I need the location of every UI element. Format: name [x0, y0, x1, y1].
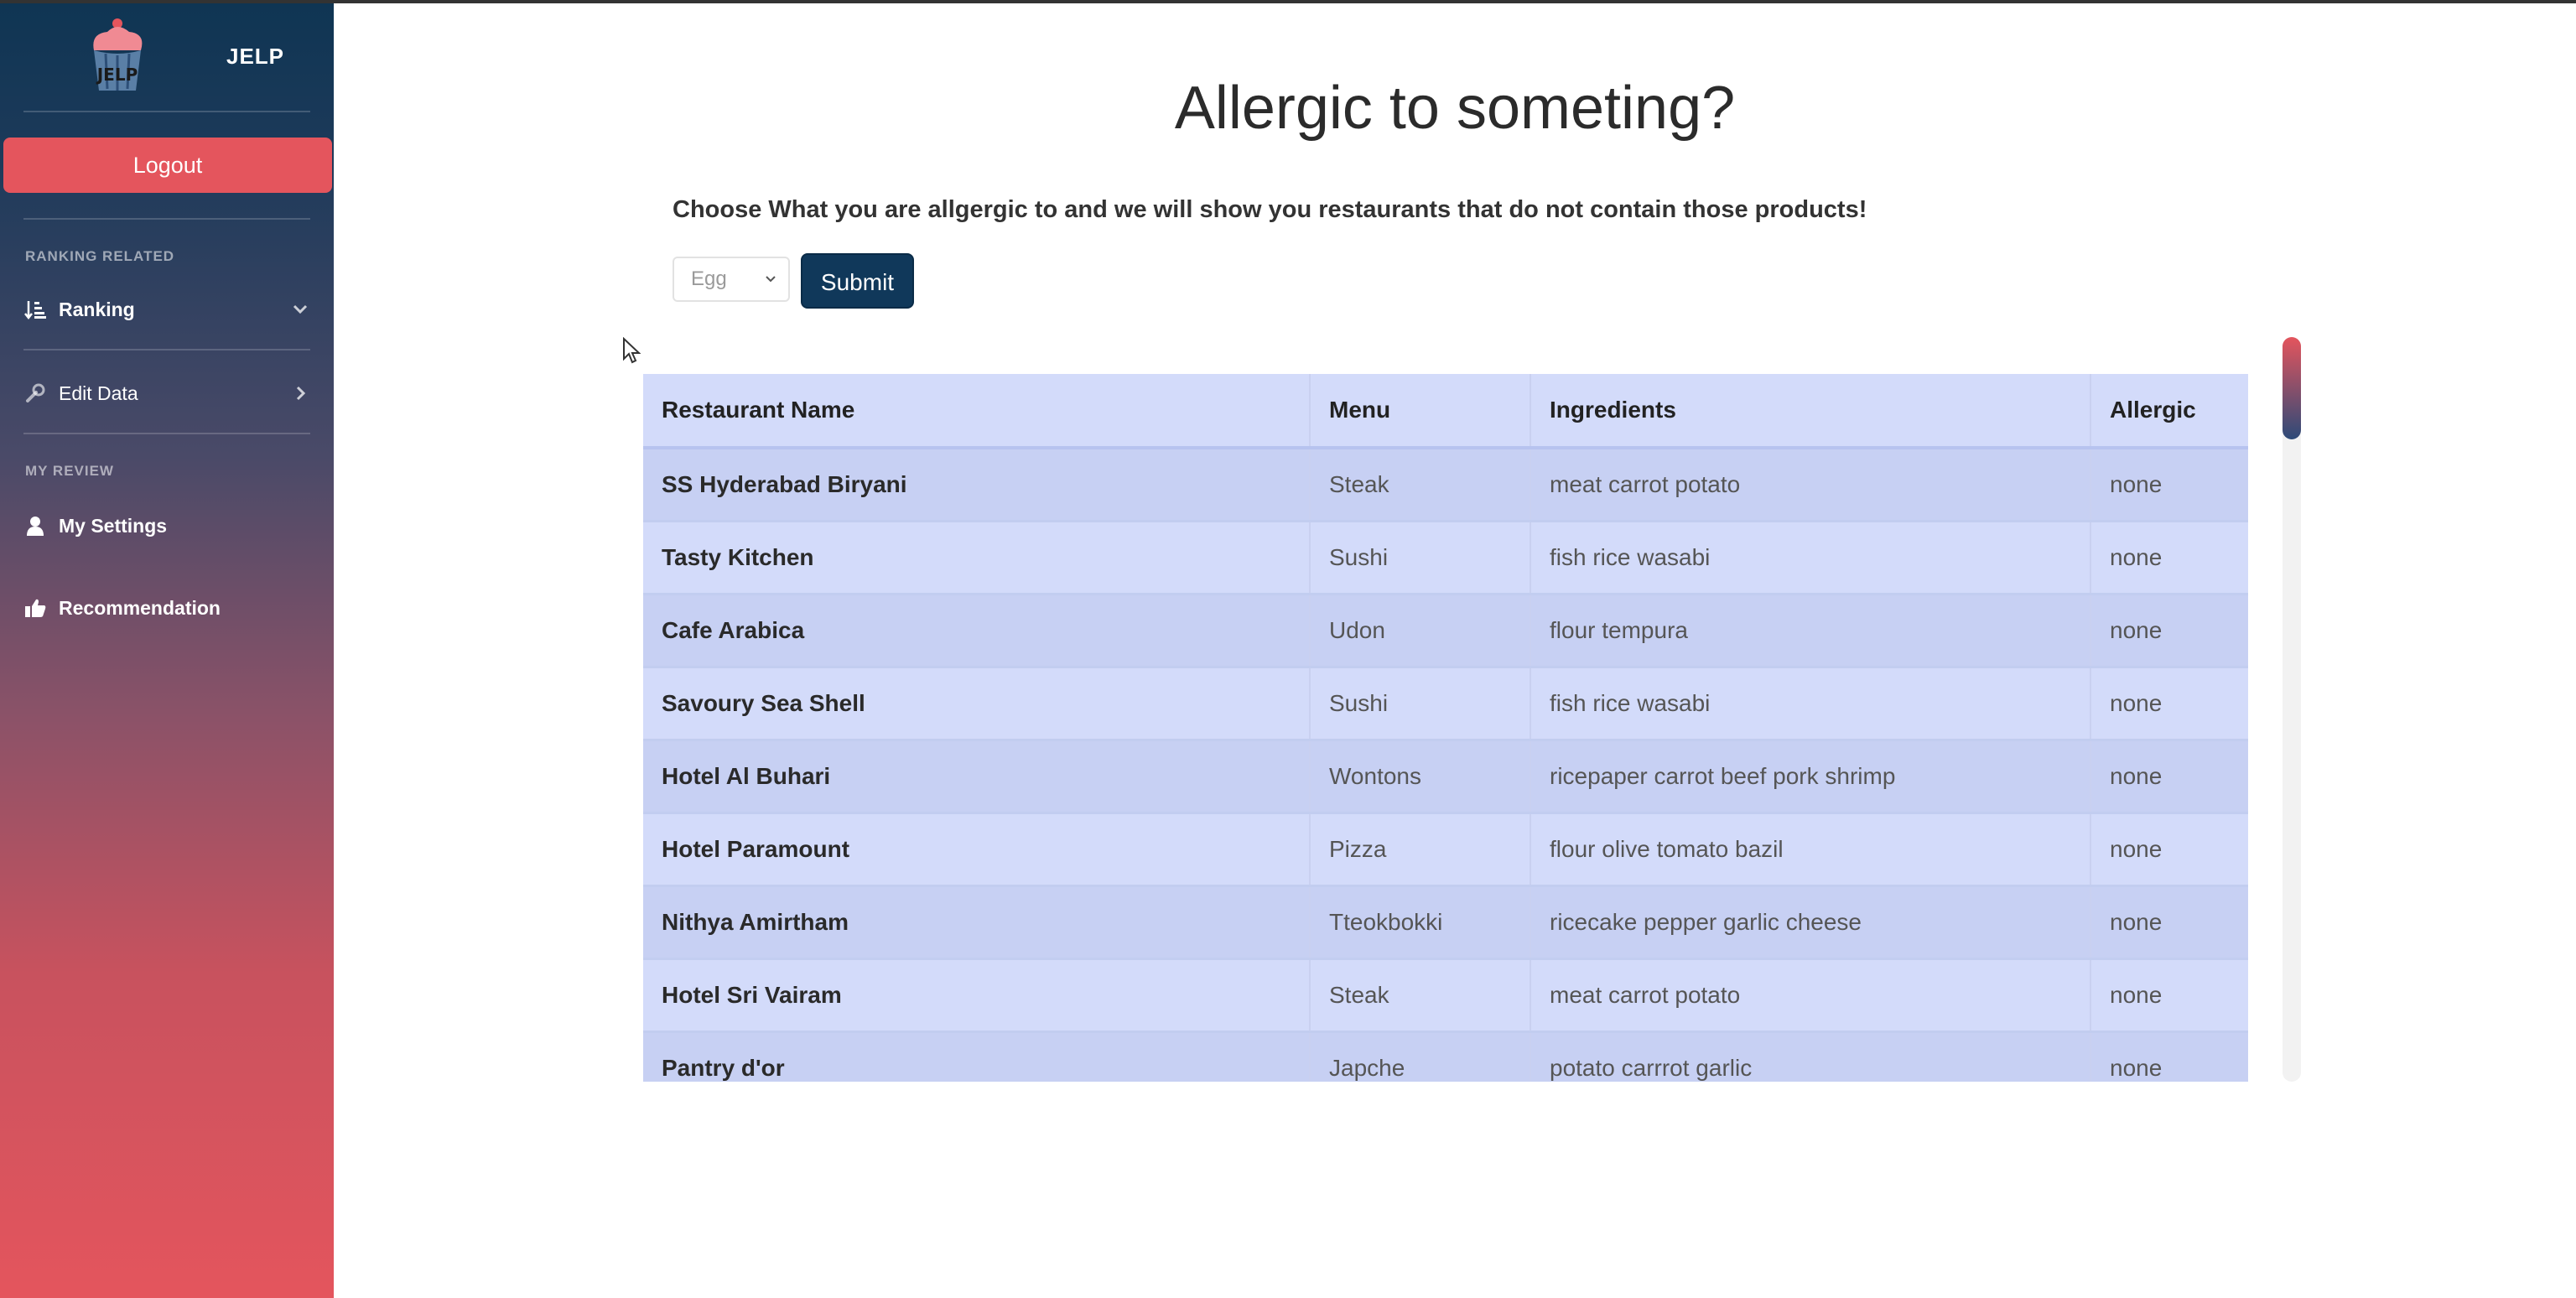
- thumbs-up-icon: [23, 596, 47, 620]
- section-heading-my-review: MY REVIEW: [25, 463, 114, 479]
- logout-button[interactable]: Logout: [3, 138, 332, 193]
- restaurant-table: Restaurant Name Menu Ingredients Allergi…: [643, 374, 2248, 1082]
- sort-icon: [23, 298, 47, 321]
- table-row[interactable]: Hotel Paramount Pizza flour olive tomato…: [643, 813, 2248, 887]
- cupcake-logo-icon: JELP: [93, 18, 143, 91]
- cell-ingredients: meat carrot potato: [1530, 448, 2091, 522]
- mouse-cursor-icon: [623, 337, 641, 364]
- sidebar-item-label: Ranking: [59, 298, 135, 320]
- section-heading-ranking: RANKING RELATED: [25, 248, 175, 264]
- user-icon: [23, 514, 47, 537]
- cell-ingredients: flour tempura: [1530, 594, 2091, 668]
- chevron-down-icon: [766, 276, 776, 283]
- cell-menu: Wontons: [1310, 740, 1531, 814]
- cell-ingredients: flour olive tomato bazil: [1530, 813, 2091, 887]
- cell-ingredients: fish rice wasabi: [1530, 667, 2091, 741]
- page-title: Allergic to someting?: [1174, 75, 1736, 142]
- sidebar-item-ranking[interactable]: Ranking: [23, 288, 310, 330]
- brand-name: JELP: [226, 44, 285, 69]
- sidebar-item-edit-data[interactable]: Edit Data: [23, 372, 310, 414]
- logo-text: JELP: [96, 65, 138, 85]
- cell-menu: Tteokbokki: [1310, 885, 1531, 960]
- cell-allergic: none: [2090, 448, 2248, 522]
- cell-restaurant-name: SS Hyderabad Biryani: [643, 448, 1311, 522]
- cell-restaurant-name: Savoury Sea Shell: [643, 667, 1311, 741]
- table-row[interactable]: Hotel Al Buhari Wontons ricepaper carrot…: [643, 740, 2248, 814]
- cell-restaurant-name: Hotel Al Buhari: [643, 740, 1311, 814]
- table-row[interactable]: Hotel Sri Vairam Steak meat carrot potat…: [643, 958, 2248, 1033]
- allergen-select[interactable]: Egg: [673, 257, 790, 302]
- cell-allergic: none: [2090, 667, 2248, 741]
- column-header-allergic[interactable]: Allergic: [2090, 374, 2248, 449]
- cell-restaurant-name: Pantry d'or: [643, 1031, 1311, 1082]
- sidebar: JELP JELP Logout RANKING RELATED Ranking: [0, 3, 334, 1298]
- sidebar-divider: [23, 111, 310, 112]
- instruction-text: Choose What you are allgergic to and we …: [673, 196, 1867, 223]
- column-header-menu[interactable]: Menu: [1310, 374, 1531, 449]
- table-row[interactable]: Tasty Kitchen Sushi fish rice wasabi non…: [643, 521, 2248, 595]
- cell-menu: Steak: [1310, 958, 1531, 1033]
- sidebar-item-my-settings[interactable]: My Settings: [23, 505, 310, 547]
- submit-button[interactable]: Submit: [801, 253, 914, 309]
- sidebar-item-label: My Settings: [59, 514, 168, 537]
- cell-allergic: none: [2090, 885, 2248, 960]
- chevron-right-icon: [296, 386, 306, 401]
- cell-menu: Steak: [1310, 448, 1531, 522]
- sidebar-divider: [23, 433, 310, 434]
- cell-ingredients: fish rice wasabi: [1530, 521, 2091, 595]
- column-header-ingredients[interactable]: Ingredients: [1530, 374, 2091, 449]
- column-header-restaurant-name[interactable]: Restaurant Name: [643, 374, 1311, 449]
- brand[interactable]: JELP JELP: [0, 3, 334, 109]
- chevron-down-icon: [293, 304, 308, 314]
- allergen-select-value: Egg: [691, 267, 727, 290]
- cell-restaurant-name: Hotel Sri Vairam: [643, 958, 1311, 1033]
- cell-restaurant-name: Cafe Arabica: [643, 594, 1311, 668]
- cell-ingredients: potato carrrot garlic: [1530, 1031, 2091, 1082]
- table-header-row: Restaurant Name Menu Ingredients Allergi…: [643, 374, 2248, 449]
- sidebar-item-label: Edit Data: [59, 382, 138, 404]
- table-scrollbar-thumb[interactable]: [2283, 337, 2301, 439]
- cell-ingredients: ricecake pepper garlic cheese: [1530, 885, 2091, 960]
- cell-menu: Sushi: [1310, 667, 1531, 741]
- cell-menu: Udon: [1310, 594, 1531, 668]
- table-scrollbar-track[interactable]: [2283, 337, 2301, 1082]
- sidebar-item-recommendation[interactable]: Recommendation: [23, 587, 310, 629]
- cell-ingredients: ricepaper carrot beef pork shrimp: [1530, 740, 2091, 814]
- cell-allergic: none: [2090, 521, 2248, 595]
- cell-ingredients: meat carrot potato: [1530, 958, 2091, 1033]
- cell-allergic: none: [2090, 740, 2248, 814]
- cell-restaurant-name: Nithya Amirtham: [643, 885, 1311, 960]
- cell-allergic: none: [2090, 594, 2248, 668]
- table-row[interactable]: SS Hyderabad Biryani Steak meat carrot p…: [643, 448, 2248, 522]
- sidebar-item-label: Recommendation: [59, 596, 221, 619]
- sidebar-divider: [23, 349, 310, 350]
- wrench-icon: [23, 382, 47, 405]
- cell-allergic: none: [2090, 813, 2248, 887]
- table-row[interactable]: Savoury Sea Shell Sushi fish rice wasabi…: [643, 667, 2248, 741]
- cell-menu: Pizza: [1310, 813, 1531, 887]
- cell-menu: Japche: [1310, 1031, 1531, 1082]
- sidebar-divider: [23, 218, 310, 220]
- cell-allergic: none: [2090, 1031, 2248, 1082]
- restaurant-table-container: Restaurant Name Menu Ingredients Allergi…: [643, 374, 2248, 1082]
- cell-restaurant-name: Tasty Kitchen: [643, 521, 1311, 595]
- table-row[interactable]: Nithya Amirtham Tteokbokki ricecake pepp…: [643, 885, 2248, 960]
- cell-restaurant-name: Hotel Paramount: [643, 813, 1311, 887]
- table-row[interactable]: Cafe Arabica Udon flour tempura none: [643, 594, 2248, 668]
- cell-allergic: none: [2090, 958, 2248, 1033]
- table-row[interactable]: Pantry d'or Japche potato carrrot garlic…: [643, 1031, 2248, 1082]
- cell-menu: Sushi: [1310, 521, 1531, 595]
